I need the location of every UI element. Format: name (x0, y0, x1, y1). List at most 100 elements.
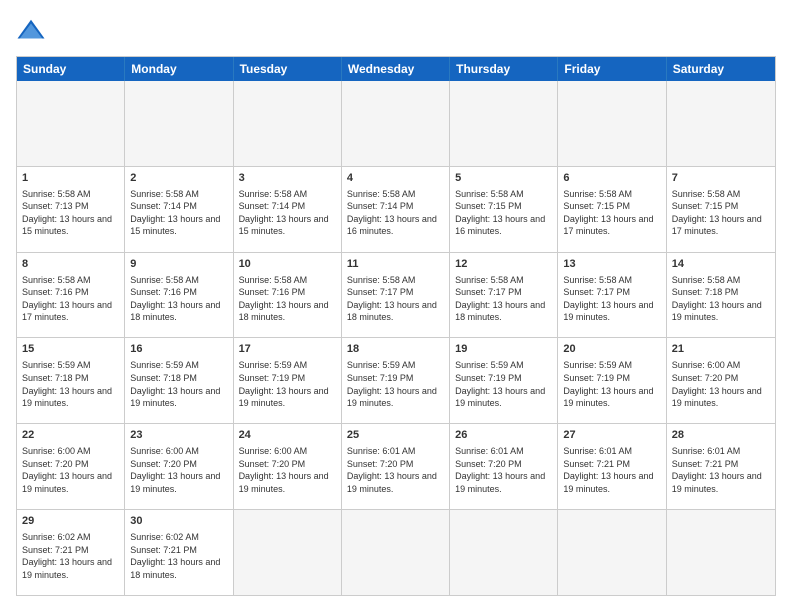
calendar-cell: 6 Sunrise: 5:58 AMSunset: 7:15 PMDaylight… (558, 167, 666, 252)
day-info: Sunrise: 6:01 AMSunset: 7:21 PMDaylight:… (563, 445, 660, 495)
day-number: 29 (22, 514, 119, 529)
header-day-friday: Friday (558, 57, 666, 81)
calendar-cell (667, 81, 775, 166)
day-number: 18 (347, 342, 444, 357)
day-info: Sunrise: 5:58 AMSunset: 7:14 PMDaylight:… (347, 188, 444, 238)
day-info: Sunrise: 6:01 AMSunset: 7:21 PMDaylight:… (672, 445, 770, 495)
day-number: 26 (455, 428, 552, 443)
day-info: Sunrise: 6:00 AMSunset: 7:20 PMDaylight:… (22, 445, 119, 495)
day-number: 5 (455, 171, 552, 186)
calendar-cell: 2 Sunrise: 5:58 AMSunset: 7:14 PMDaylight… (125, 167, 233, 252)
calendar-cell: 12 Sunrise: 5:58 AMSunset: 7:17 PMDayligh… (450, 253, 558, 338)
day-number: 2 (130, 171, 227, 186)
calendar-cell: 4 Sunrise: 5:58 AMSunset: 7:14 PMDaylight… (342, 167, 450, 252)
calendar-cell (450, 81, 558, 166)
calendar-cell: 10 Sunrise: 5:58 AMSunset: 7:16 PMDayligh… (234, 253, 342, 338)
day-number: 4 (347, 171, 444, 186)
calendar-cell: 30 Sunrise: 6:02 AMSunset: 7:21 PMDayligh… (125, 510, 233, 595)
day-number: 14 (672, 257, 770, 272)
day-info: Sunrise: 5:58 AMSunset: 7:18 PMDaylight:… (672, 274, 770, 324)
calendar-cell: 26 Sunrise: 6:01 AMSunset: 7:20 PMDayligh… (450, 424, 558, 509)
day-number: 30 (130, 514, 227, 529)
calendar-cell: 14 Sunrise: 5:58 AMSunset: 7:18 PMDayligh… (667, 253, 775, 338)
calendar-row-4: 22 Sunrise: 6:00 AMSunset: 7:20 PMDayligh… (17, 423, 775, 509)
day-info: Sunrise: 5:58 AMSunset: 7:14 PMDaylight:… (130, 188, 227, 238)
calendar-row-0 (17, 81, 775, 166)
day-number: 24 (239, 428, 336, 443)
calendar-cell: 15 Sunrise: 5:59 AMSunset: 7:18 PMDayligh… (17, 338, 125, 423)
calendar-cell: 20 Sunrise: 5:59 AMSunset: 7:19 PMDayligh… (558, 338, 666, 423)
day-info: Sunrise: 5:59 AMSunset: 7:18 PMDaylight:… (130, 359, 227, 409)
page: SundayMondayTuesdayWednesdayThursdayFrid… (0, 0, 792, 612)
day-number: 28 (672, 428, 770, 443)
day-info: Sunrise: 5:58 AMSunset: 7:15 PMDaylight:… (455, 188, 552, 238)
day-number: 23 (130, 428, 227, 443)
logo (16, 16, 50, 46)
day-info: Sunrise: 5:59 AMSunset: 7:19 PMDaylight:… (347, 359, 444, 409)
calendar-cell: 19 Sunrise: 5:59 AMSunset: 7:19 PMDayligh… (450, 338, 558, 423)
calendar-cell: 18 Sunrise: 5:59 AMSunset: 7:19 PMDayligh… (342, 338, 450, 423)
calendar-cell (125, 81, 233, 166)
day-number: 20 (563, 342, 660, 357)
day-info: Sunrise: 5:58 AMSunset: 7:16 PMDaylight:… (239, 274, 336, 324)
calendar-header: SundayMondayTuesdayWednesdayThursdayFrid… (17, 57, 775, 81)
calendar-cell: 11 Sunrise: 5:58 AMSunset: 7:17 PMDayligh… (342, 253, 450, 338)
day-info: Sunrise: 6:00 AMSunset: 7:20 PMDaylight:… (130, 445, 227, 495)
day-number: 11 (347, 257, 444, 272)
day-number: 12 (455, 257, 552, 272)
day-number: 17 (239, 342, 336, 357)
calendar-body: 1Sunrise: 5:58 AMSunset: 7:13 PMDaylight… (17, 81, 775, 595)
calendar-cell: 21Sunrise: 6:00 AMSunset: 7:20 PMDayligh… (667, 338, 775, 423)
calendar-cell: 24Sunrise: 6:00 AMSunset: 7:20 PMDayligh… (234, 424, 342, 509)
calendar-cell: 22 Sunrise: 6:00 AMSunset: 7:20 PMDayligh… (17, 424, 125, 509)
day-number: 3 (239, 171, 336, 186)
day-number: 27 (563, 428, 660, 443)
day-info: Sunrise: 5:58 AMSunset: 7:16 PMDaylight:… (22, 274, 119, 324)
day-number: 6 (563, 171, 660, 186)
day-number: 25 (347, 428, 444, 443)
day-info: Sunrise: 5:58 AMSunset: 7:16 PMDaylight:… (130, 274, 227, 324)
header (16, 16, 776, 46)
calendar-cell: 1Sunrise: 5:58 AMSunset: 7:13 PMDaylight… (17, 167, 125, 252)
calendar-cell: 17Sunrise: 5:59 AMSunset: 7:19 PMDayligh… (234, 338, 342, 423)
calendar-cell: 25 Sunrise: 6:01 AMSunset: 7:20 PMDayligh… (342, 424, 450, 509)
day-info: Sunrise: 6:02 AMSunset: 7:21 PMDaylight:… (130, 531, 227, 581)
day-info: Sunrise: 5:58 AMSunset: 7:15 PMDaylight:… (563, 188, 660, 238)
day-number: 7 (672, 171, 770, 186)
header-day-tuesday: Tuesday (234, 57, 342, 81)
day-info: Sunrise: 5:58 AMSunset: 7:17 PMDaylight:… (455, 274, 552, 324)
day-info: Sunrise: 5:59 AMSunset: 7:19 PMDaylight:… (563, 359, 660, 409)
day-number: 15 (22, 342, 119, 357)
calendar-cell: 27 Sunrise: 6:01 AMSunset: 7:21 PMDayligh… (558, 424, 666, 509)
calendar-cell (558, 81, 666, 166)
calendar-cell: 23 Sunrise: 6:00 AMSunset: 7:20 PMDayligh… (125, 424, 233, 509)
calendar-cell (17, 81, 125, 166)
calendar-cell (234, 81, 342, 166)
day-info: Sunrise: 5:58 AMSunset: 7:17 PMDaylight:… (347, 274, 444, 324)
day-info: Sunrise: 6:01 AMSunset: 7:20 PMDaylight:… (347, 445, 444, 495)
day-info: Sunrise: 6:02 AMSunset: 7:21 PMDaylight:… (22, 531, 119, 581)
calendar-row-3: 15 Sunrise: 5:59 AMSunset: 7:18 PMDayligh… (17, 337, 775, 423)
calendar-cell: 9Sunrise: 5:58 AMSunset: 7:16 PMDaylight… (125, 253, 233, 338)
calendar-cell: 5 Sunrise: 5:58 AMSunset: 7:15 PMDaylight… (450, 167, 558, 252)
calendar-row-1: 1Sunrise: 5:58 AMSunset: 7:13 PMDaylight… (17, 166, 775, 252)
day-info: Sunrise: 5:59 AMSunset: 7:18 PMDaylight:… (22, 359, 119, 409)
day-number: 10 (239, 257, 336, 272)
header-day-wednesday: Wednesday (342, 57, 450, 81)
header-day-saturday: Saturday (667, 57, 775, 81)
day-info: Sunrise: 6:01 AMSunset: 7:20 PMDaylight:… (455, 445, 552, 495)
calendar-cell: 29 Sunrise: 6:02 AMSunset: 7:21 PMDayligh… (17, 510, 125, 595)
logo-icon (16, 16, 46, 46)
day-info: Sunrise: 5:59 AMSunset: 7:19 PMDaylight:… (455, 359, 552, 409)
calendar-cell (342, 81, 450, 166)
calendar-cell (342, 510, 450, 595)
calendar-cell: 13Sunrise: 5:58 AMSunset: 7:17 PMDayligh… (558, 253, 666, 338)
day-number: 13 (563, 257, 660, 272)
day-number: 19 (455, 342, 552, 357)
calendar-cell (234, 510, 342, 595)
header-day-sunday: Sunday (17, 57, 125, 81)
calendar-cell (667, 510, 775, 595)
day-number: 22 (22, 428, 119, 443)
calendar-cell (558, 510, 666, 595)
calendar-cell: 28 Sunrise: 6:01 AMSunset: 7:21 PMDayligh… (667, 424, 775, 509)
